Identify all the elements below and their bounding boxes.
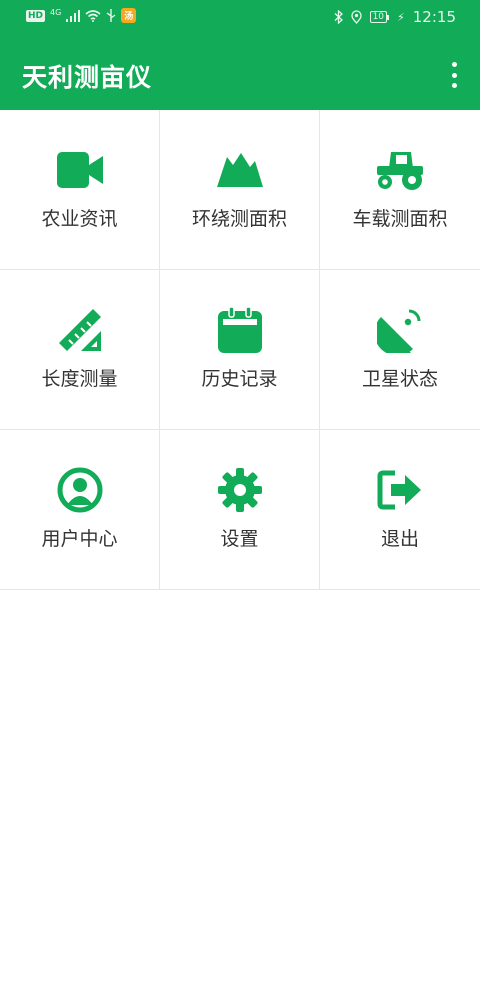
menu-item-satellite[interactable]: 卫星状态 <box>320 270 480 430</box>
video-camera-icon <box>56 146 104 194</box>
menu-item-label: 用户中心 <box>41 528 118 550</box>
menu-item-label: 农业资讯 <box>41 208 118 230</box>
menu-item-vehicle-area[interactable]: 车载测面积 <box>320 110 480 270</box>
notification-app-icon: 汤 <box>121 8 137 23</box>
status-bar: HD 4G 汤 10 ⚡ 12:15 <box>0 0 480 36</box>
gear-icon <box>216 466 264 514</box>
menu-item-label: 退出 <box>380 528 419 550</box>
charging-icon: ⚡ <box>397 10 405 24</box>
ruler-triangle-icon <box>56 306 104 354</box>
menu-item-label: 车载测面积 <box>352 208 448 230</box>
wifi-icon <box>85 9 101 22</box>
menu-item-label: 设置 <box>220 528 259 550</box>
battery-level: 10 <box>369 11 388 23</box>
clock: 12:15 <box>412 8 456 26</box>
user-circle-icon <box>56 466 104 514</box>
app-bar: HD 4G 汤 10 ⚡ 12:15 天利测亩仪 <box>0 0 480 110</box>
more-vertical-icon[interactable] <box>450 62 458 88</box>
menu-item-length[interactable]: 长度测量 <box>0 270 160 430</box>
menu-item-settings[interactable]: 设置 <box>160 430 320 590</box>
menu-grid: 农业资讯 环绕测面积 车载测面积 长度测量 历史记录 卫星状态 用户中心 设置 … <box>0 110 480 590</box>
mountain-icon <box>216 146 264 194</box>
network-type: 4G <box>50 8 62 17</box>
signal-icon <box>66 9 81 22</box>
menu-item-exit[interactable]: 退出 <box>320 430 480 590</box>
menu-item-surround-area[interactable]: 环绕测面积 <box>160 110 320 270</box>
menu-item-label: 环绕测面积 <box>191 208 287 230</box>
sign-out-icon <box>376 466 424 514</box>
menu-item-news[interactable]: 农业资讯 <box>0 110 160 270</box>
tractor-icon <box>376 146 424 194</box>
hd-badge: HD <box>26 9 46 22</box>
menu-item-history[interactable]: 历史记录 <box>160 270 320 430</box>
page-title: 天利测亩仪 <box>22 63 153 92</box>
calendar-icon <box>216 306 264 354</box>
satellite-dish-icon <box>376 306 424 354</box>
location-icon <box>350 10 362 24</box>
bluetooth-icon <box>334 10 343 24</box>
menu-item-label: 长度测量 <box>41 368 118 390</box>
battery-indicator: 10 <box>369 11 390 23</box>
menu-item-label: 历史记录 <box>201 368 278 390</box>
menu-item-user-center[interactable]: 用户中心 <box>0 430 160 590</box>
usb-icon <box>106 9 116 22</box>
menu-item-label: 卫星状态 <box>361 368 438 390</box>
